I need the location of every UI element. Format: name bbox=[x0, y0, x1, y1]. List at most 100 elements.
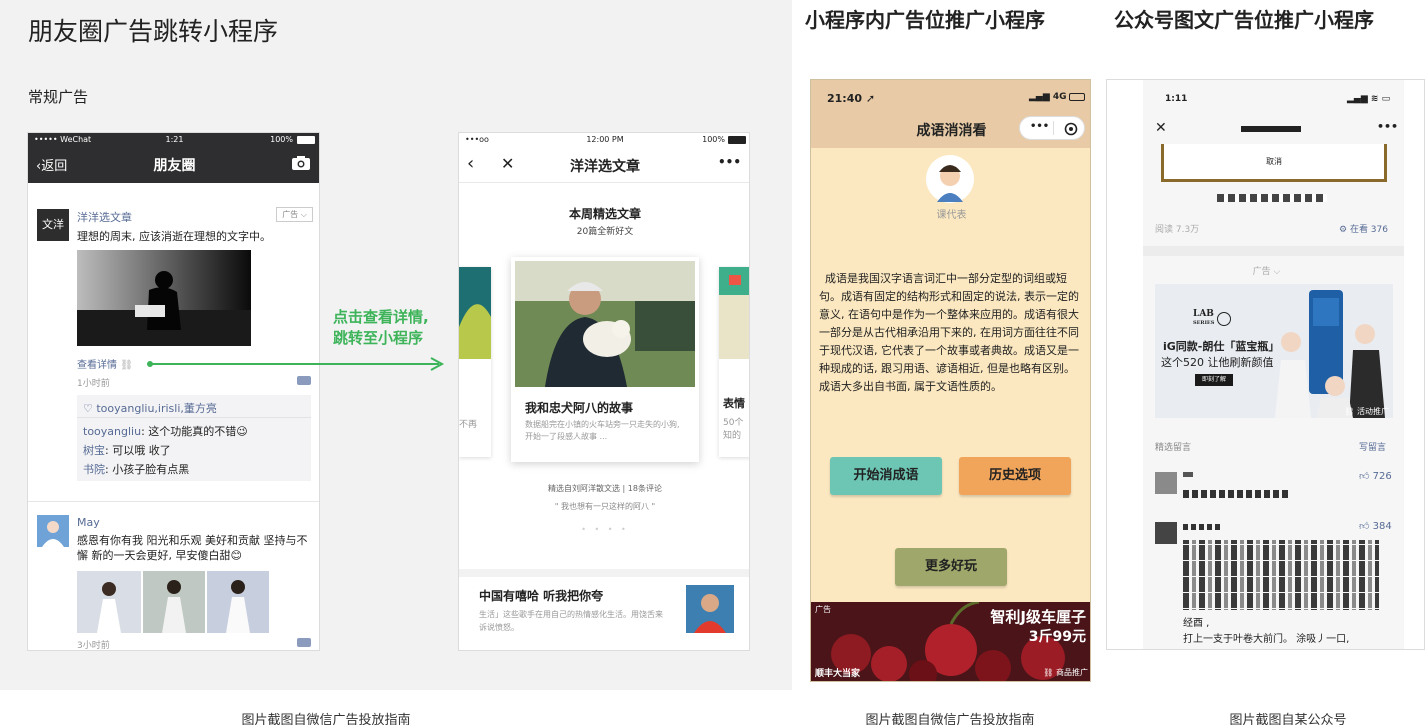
ad-tag-text: 商品推广 bbox=[1056, 668, 1088, 677]
in-view-count: 在看 376 bbox=[1349, 225, 1388, 235]
ad-badge[interactable]: 广告 ⌵ bbox=[276, 207, 313, 222]
thumbs-up-icon: 👍︎ bbox=[1359, 471, 1373, 482]
more-icon[interactable]: ••• bbox=[1030, 121, 1049, 132]
comment-row[interactable]: tooyangliu: 这个功能真的不错😉 bbox=[83, 423, 248, 439]
side-card-left[interactable]: 不再 bbox=[459, 267, 491, 457]
status-battery-text: 100% bbox=[270, 135, 293, 144]
banner-ad[interactable]: 广告 智利J级车厘子 3斤99元 顺丰大当家 ⛓ 商品推广 bbox=[811, 602, 1090, 681]
in-view-button[interactable]: ⚙ 在看 376 bbox=[1339, 222, 1388, 235]
link-icon: ⛓ bbox=[1043, 668, 1056, 677]
link-icon: ⛓ bbox=[1344, 407, 1357, 416]
status-bar: •••oo 12:00 PM 100% bbox=[459, 133, 749, 147]
ad-time: 1小时前 bbox=[77, 379, 110, 389]
post-photo[interactable] bbox=[207, 571, 269, 633]
heart-icon: ♡ bbox=[83, 402, 97, 415]
ad-avatar[interactable]: 文洋 bbox=[37, 209, 69, 241]
ad-label[interactable]: 广告 ⌵ bbox=[1107, 264, 1424, 277]
camera-icon[interactable] bbox=[291, 155, 311, 171]
ad-banner[interactable]: LAB SERIES iG同款-朗仕「蓝宝瓶」 这个520 让他刷新颜值 即刻了解… bbox=[1155, 284, 1393, 418]
divider bbox=[1053, 121, 1054, 135]
arrow-caption: 点击查看详情, 跳转至小程序 bbox=[333, 307, 429, 349]
ad-image[interactable] bbox=[77, 250, 251, 346]
start-button[interactable]: 开始消成语 bbox=[830, 457, 942, 495]
thumbs-up-icon: 👍︎ bbox=[1359, 521, 1373, 532]
post-time: 3小时前 bbox=[77, 641, 110, 651]
write-comment-link[interactable]: 写留言 bbox=[1359, 440, 1386, 453]
blurred-text bbox=[1183, 524, 1223, 530]
likes-comments-box: ♡ tooyangliu,irisli,董方亮 tooyangliu: 这个功能… bbox=[77, 395, 311, 481]
nav-title: 朋友圈 bbox=[153, 158, 196, 174]
status-battery-text: 100% bbox=[702, 135, 725, 144]
battery-icon bbox=[1069, 93, 1085, 101]
like-button[interactable]: 👍︎ 384 bbox=[1359, 520, 1392, 532]
body-text: 成语是我国汉字语言词汇中一部分定型的词组或短句。成语有固定的结构形式和固定的说法… bbox=[819, 272, 1079, 393]
miniprogram-phone: •••oo 12:00 PM 100% ‹ ✕ 洋洋选文章 ••• 本周精选文章… bbox=[458, 132, 750, 651]
capsule-menu[interactable]: ••• bbox=[1019, 116, 1085, 140]
post-photo[interactable] bbox=[143, 571, 205, 633]
side-card-text: 不再 bbox=[459, 420, 478, 430]
close-circle-icon[interactable] bbox=[1064, 122, 1078, 136]
article-card[interactable]: 我和忠犬阿八的故事 数据船完在小镇的火车站旁一只走失的小狗, 开始一了段感人故事… bbox=[511, 257, 699, 462]
article2-thumbnail[interactable] bbox=[686, 585, 734, 633]
idiom-game-phone: 21:40 ➚ ▂▄▆ 4G 成语消消看 ••• 课代表 成语是我国汉字语言词汇… bbox=[810, 79, 1091, 682]
comment-menu-icon[interactable] bbox=[297, 638, 311, 647]
more-icon[interactable]: ••• bbox=[718, 155, 741, 169]
article-title: 我和忠犬阿八的故事 bbox=[525, 401, 634, 415]
close-icon[interactable]: ✕ bbox=[1155, 120, 1167, 136]
ad-line2: 这个520 让他刷新颜值 bbox=[1161, 356, 1274, 369]
likes-names[interactable]: tooyangliu,irisli,董方亮 bbox=[96, 402, 217, 415]
more-icon[interactable]: ••• bbox=[1377, 120, 1398, 133]
divider bbox=[28, 501, 319, 502]
article2-title[interactable]: 中国有嘻哈 听我把你夸 bbox=[479, 587, 603, 604]
history-button[interactable]: 历史选项 bbox=[959, 457, 1071, 495]
more-fun-button[interactable]: 更多好玩 bbox=[895, 548, 1007, 586]
ad-label-text: 广告 bbox=[1252, 267, 1271, 277]
dialog-box: 取消 bbox=[1161, 144, 1387, 182]
user-avatar[interactable] bbox=[37, 515, 69, 547]
cancel-button[interactable]: 取消 bbox=[1164, 156, 1384, 167]
blurred-text bbox=[1183, 540, 1379, 610]
post-text: 感恩有你有我 阳光和乐观 美好和贡献 坚持与不懈 新的一天会更好, 早安傻白甜😊 bbox=[77, 534, 308, 562]
nav-bar: ‹ ✕ 洋洋选文章 ••• bbox=[459, 147, 749, 183]
page-dots[interactable]: • • • • bbox=[459, 525, 749, 534]
comment-menu-icon[interactable] bbox=[297, 376, 311, 385]
ad-cta-button[interactable]: 即刻了解 bbox=[1195, 374, 1233, 386]
ad-tag: ⛓ 商品推广 bbox=[1043, 667, 1088, 678]
article2-desc: 生活」这些歌手在用自己的热情感化生活。用饶舌来诉说愤怒。 bbox=[479, 610, 663, 632]
ad-tag-text: 活动推广 bbox=[1357, 407, 1389, 416]
arrow-caption-line: 点击查看详情, bbox=[333, 308, 429, 326]
account-name-blurred bbox=[1241, 126, 1301, 132]
section-subtitle: 20篇全新好文 bbox=[576, 227, 634, 237]
main-title: 朋友圈广告跳转小程序 bbox=[28, 17, 279, 46]
post-photo[interactable] bbox=[77, 571, 141, 633]
commenter-avatar[interactable] bbox=[1155, 472, 1177, 494]
article-meta: 精选自刘阿洋散文选 | 18条评论 bbox=[548, 484, 662, 493]
ad-account-name[interactable]: 洋洋选文章 bbox=[77, 209, 132, 225]
comment-user[interactable]: 书院 bbox=[83, 463, 105, 476]
avatar-caption: 课代表 bbox=[936, 210, 967, 221]
like-count: 384 bbox=[1372, 521, 1392, 532]
side-card-text: 50个知的 bbox=[723, 418, 744, 441]
ad-text: 理想的周末, 应该消逝在理想的文字中。 bbox=[77, 230, 271, 243]
comment-user[interactable]: tooyangliu bbox=[83, 425, 141, 438]
comment-row[interactable]: 书院: 小孩子脸有点黑 bbox=[83, 461, 189, 477]
commenter-avatar[interactable] bbox=[1155, 522, 1177, 544]
caption-right: 图片截图自某公众号 bbox=[1229, 713, 1347, 725]
ad-tag: ⛓ 活动推广 bbox=[1344, 406, 1389, 417]
comment-text: : 小孩子脸有点黑 bbox=[105, 463, 190, 476]
ad-photo bbox=[1275, 290, 1385, 418]
side-card-right[interactable]: 表情 50个知的 bbox=[719, 267, 749, 457]
article-desc: 数据船完在小镇的火车站旁一只走失的小狗, 开始一了段感人故事 ... bbox=[525, 420, 680, 441]
comment-row[interactable]: 树宝: 可以哦 收了 bbox=[83, 442, 171, 458]
post-user-name[interactable]: May bbox=[77, 516, 100, 529]
sub-title: 常规广告 bbox=[28, 88, 89, 106]
view-details-link[interactable]: 查看详情 ⛓ bbox=[77, 356, 133, 371]
article-quote: " 我也想有一只这样的阿八 " bbox=[554, 502, 656, 511]
comment-user[interactable]: 树宝 bbox=[83, 444, 105, 457]
moments-phone: ••••• WeChat 1:21 100% ‹返回 朋友圈 文洋 洋洋选文章 … bbox=[27, 132, 320, 651]
status-signal-text: 4G bbox=[1052, 92, 1067, 102]
like-button[interactable]: 👍︎ 726 bbox=[1359, 470, 1392, 482]
article-image bbox=[515, 261, 695, 387]
nav-title: 洋洋选文章 bbox=[570, 159, 640, 175]
comment-line: 打上一支于叶卷大前门。 涂吸丿一口, bbox=[1183, 634, 1350, 645]
